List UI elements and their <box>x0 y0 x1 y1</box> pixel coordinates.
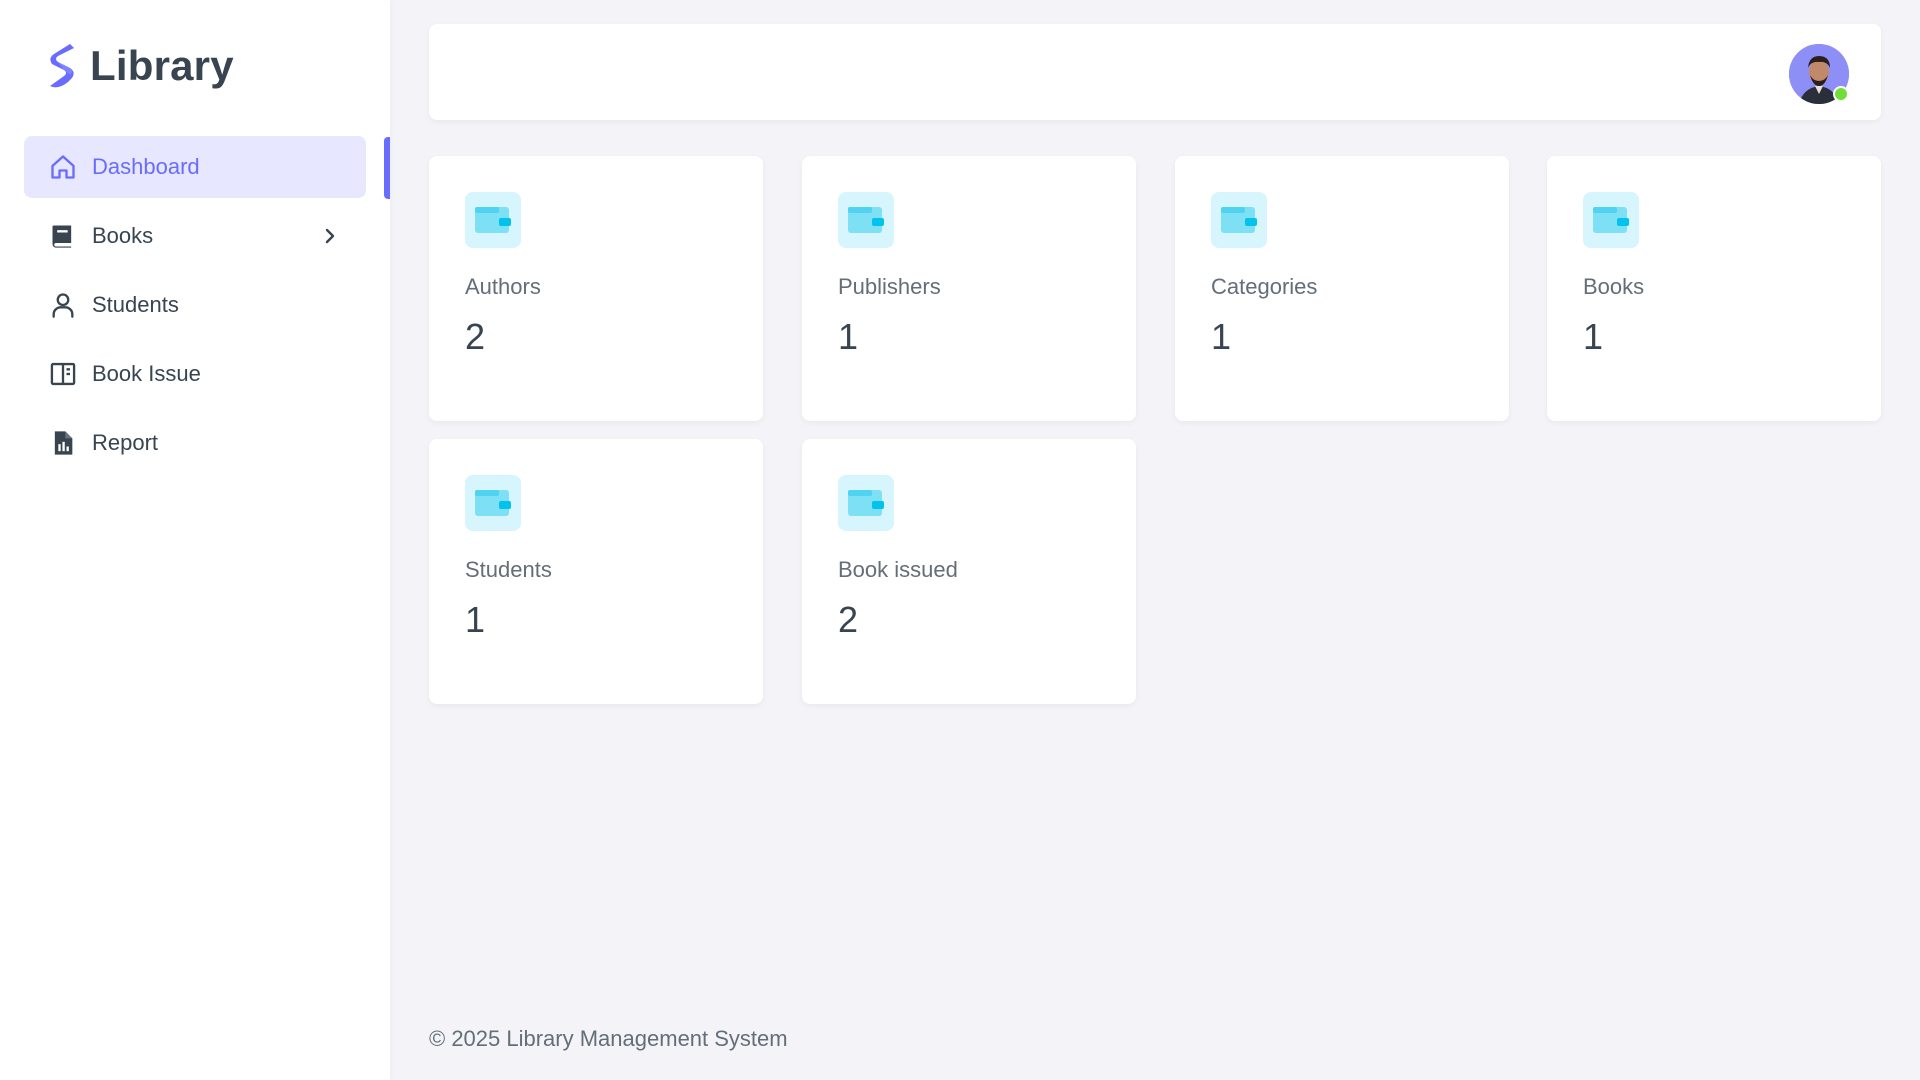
stat-card-value: 2 <box>838 599 859 640</box>
wallet-icon <box>1211 192 1267 248</box>
stat-card-value: 1 <box>1583 316 1604 357</box>
sidebar-item-label: Students <box>92 292 179 317</box>
stat-card-value: 1 <box>465 599 486 640</box>
stat-card-book-issued: Book issued 2 <box>802 439 1136 704</box>
stat-card-value: 2 <box>465 316 486 357</box>
sidebar-item-students[interactable]: Students <box>24 274 366 336</box>
stat-card-label: Categories <box>1211 274 1318 299</box>
sidebar-item-book-issue[interactable]: Book Issue <box>24 343 366 405</box>
stat-card-label: Book issued <box>838 557 958 582</box>
topbar <box>429 24 1881 120</box>
stat-card-publishers: Publishers 1 <box>802 156 1136 421</box>
columns-icon <box>48 359 78 389</box>
user-icon <box>48 290 78 320</box>
sidebar-item-books[interactable]: Books <box>24 205 366 267</box>
stat-card-label: Books <box>1583 274 1645 299</box>
brand-name: Library <box>90 42 234 89</box>
active-indicator <box>384 137 390 199</box>
stat-card-label: Students <box>465 557 552 582</box>
stat-card-value: 1 <box>838 316 859 357</box>
sidebar: Library Dashboard Books Students Book Is… <box>0 0 390 1080</box>
stat-card-categories: Categories 1 <box>1175 156 1509 421</box>
wallet-icon <box>465 475 521 531</box>
book-icon <box>48 221 78 251</box>
stat-card-students: Students 1 <box>429 439 763 704</box>
sidebar-item-dashboard[interactable]: Dashboard <box>24 136 366 198</box>
stat-card-label: Authors <box>465 274 541 299</box>
sidebar-item-label: Book Issue <box>92 361 201 386</box>
sidebar-item-label: Books <box>92 223 154 248</box>
stat-card-books: Books 1 <box>1547 156 1881 421</box>
stat-card-value: 1 <box>1211 316 1232 357</box>
footer-copyright: © 2025 Library Management System <box>429 1026 788 1051</box>
sidebar-item-label: Report <box>92 430 159 455</box>
brand-logo-icon <box>44 42 78 90</box>
sidebar-item-report[interactable]: Report <box>24 412 366 474</box>
sidebar-menu: Dashboard Books Students Book Issue Repo… <box>24 136 366 481</box>
wallet-icon <box>838 475 894 531</box>
brand[interactable]: Library <box>44 40 234 92</box>
wallet-icon <box>1583 192 1639 248</box>
wallet-icon <box>465 192 521 248</box>
online-status-dot <box>1833 86 1849 102</box>
stat-card-authors: Authors 2 <box>429 156 763 421</box>
wallet-icon <box>838 192 894 248</box>
file-chart-icon <box>48 428 78 458</box>
user-avatar[interactable] <box>1789 44 1849 104</box>
home-icon <box>48 152 78 182</box>
chevron-right-icon <box>318 224 342 253</box>
sidebar-item-label: Dashboard <box>92 154 200 179</box>
stat-card-label: Publishers <box>838 274 941 299</box>
